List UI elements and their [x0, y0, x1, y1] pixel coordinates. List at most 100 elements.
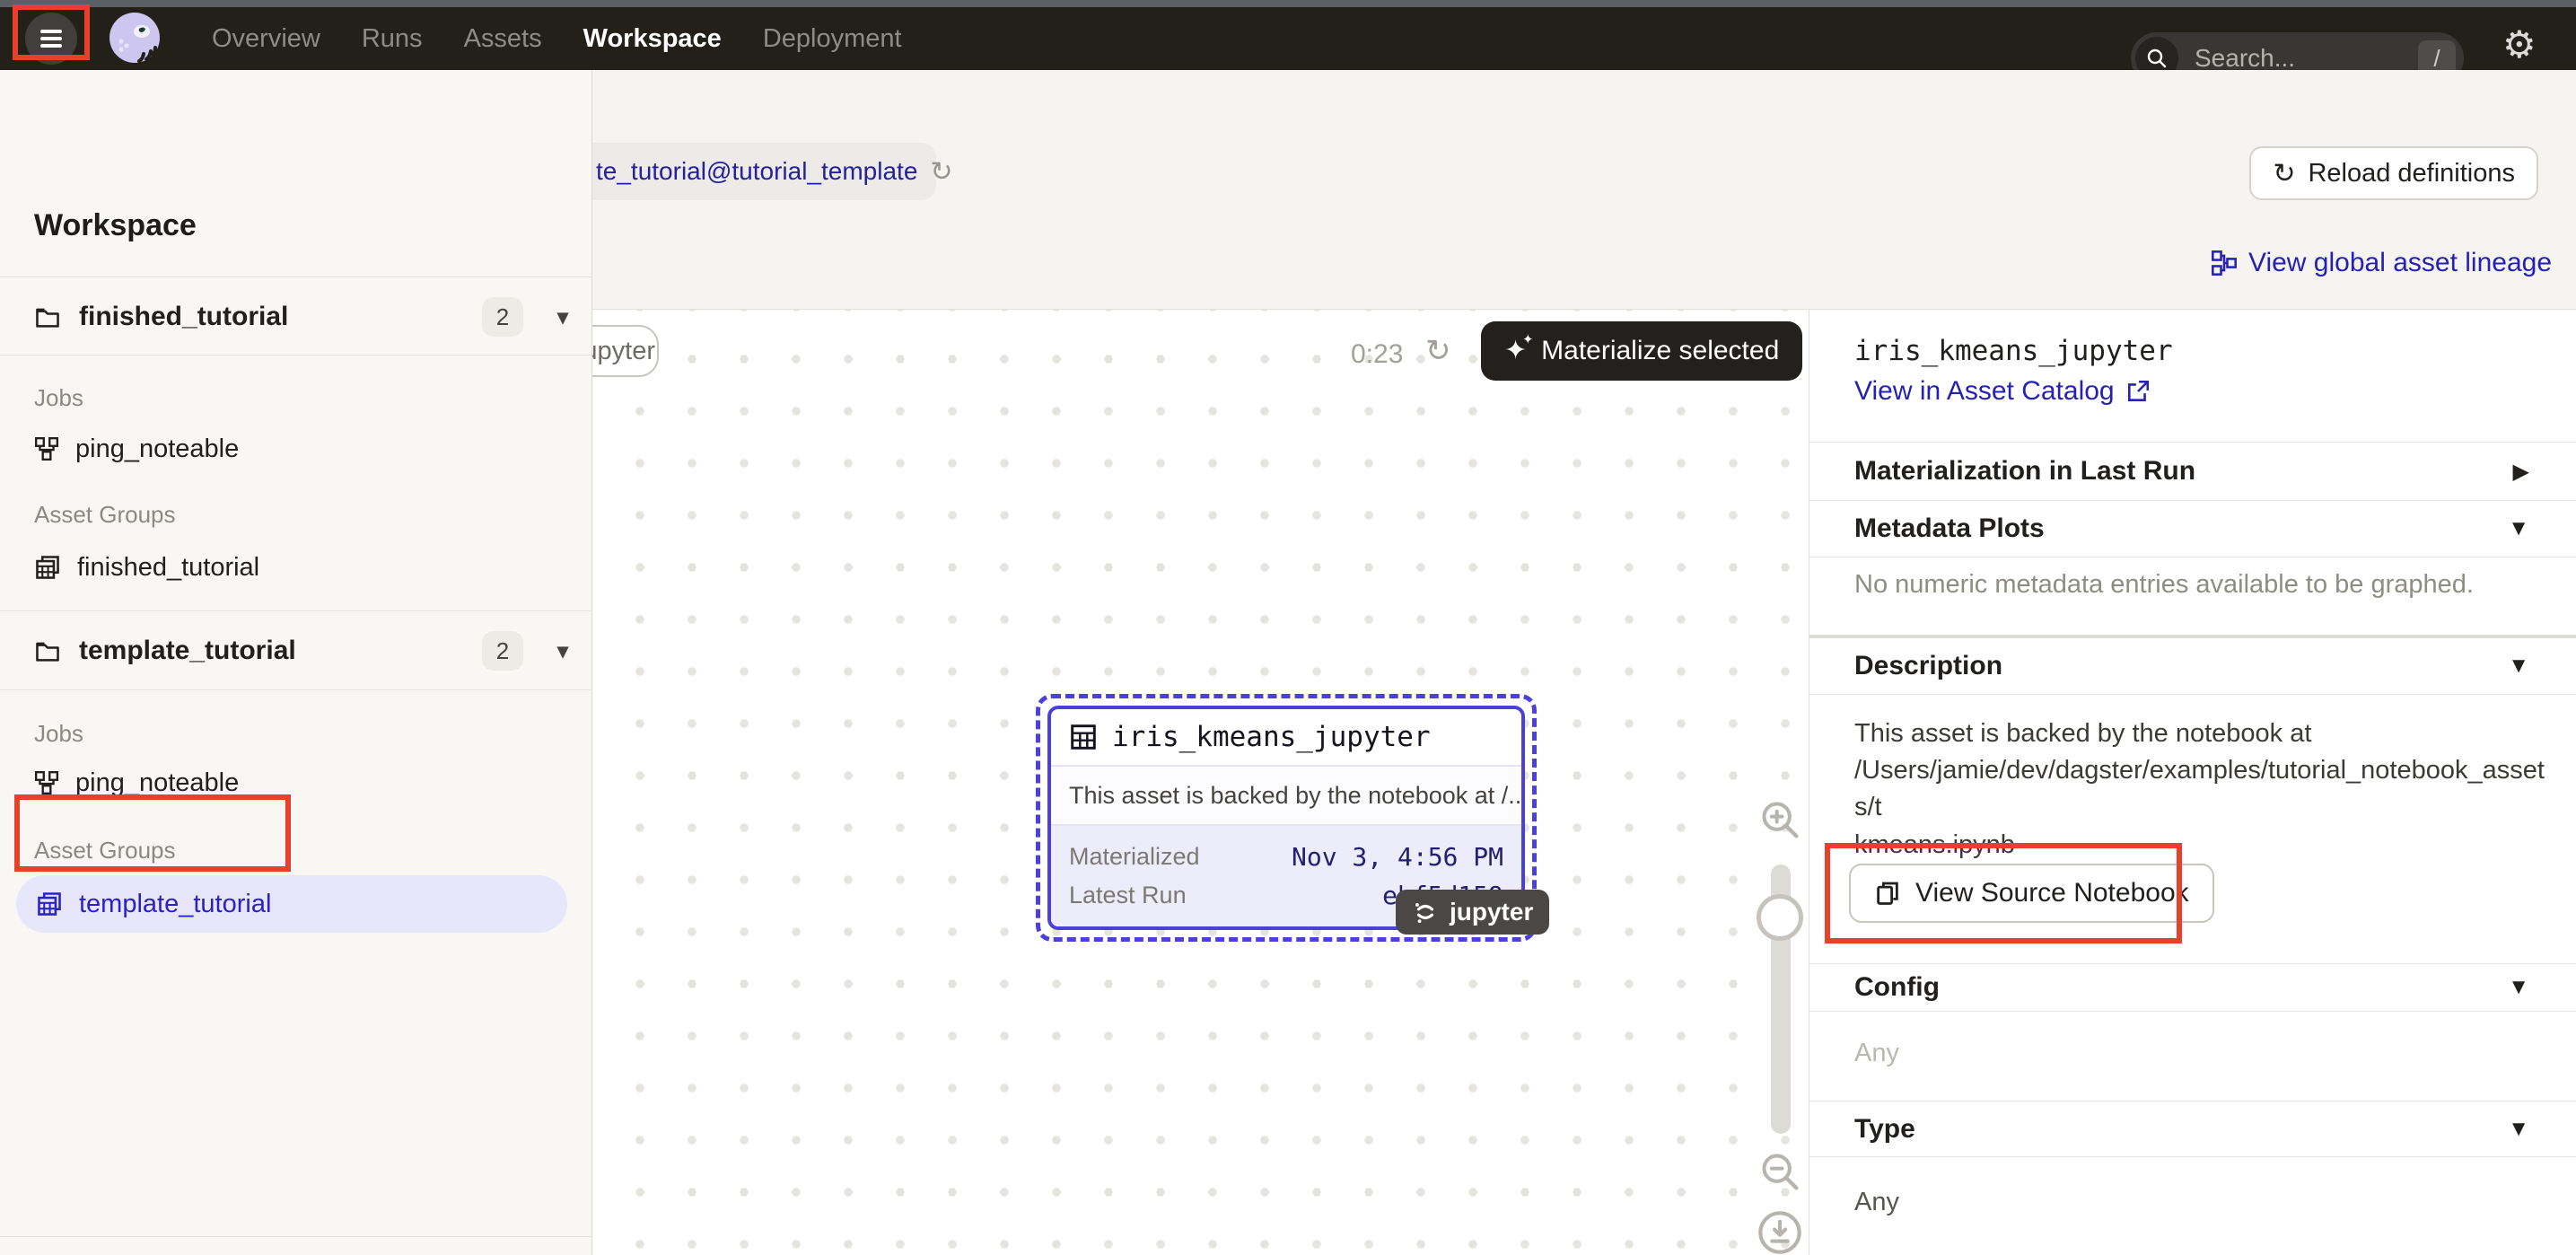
materialize-selected-button[interactable]: ✦✦ Materialize selected [1481, 321, 1802, 381]
dagster-workspace-page: Overview Runs Assets Workspace Deploymen… [0, 0, 2576, 1255]
description-line: /Users/jamie/dev/dagster/examples/tutori… [1854, 752, 2545, 826]
job-name: ping_noteable [75, 434, 239, 464]
zoom-out-icon[interactable] [1757, 1149, 1802, 1194]
zoom-in-icon[interactable] [1757, 797, 1802, 842]
sparkle-icon: ✦✦ [1504, 338, 1527, 364]
stat-label: Latest Run [1069, 882, 1187, 909]
chevron-down-icon[interactable]: ▾ [557, 304, 568, 330]
section-materialization-last-run[interactable]: Materialization in Last Run ▶ [1809, 443, 2576, 500]
sidebar-job-ping-noteable-2[interactable]: ping_noteable [34, 761, 239, 804]
external-link-icon [2125, 379, 2151, 404]
asset-group-icon [36, 891, 63, 917]
divider [1809, 1156, 2576, 1157]
section-description[interactable]: Description ▼ [1809, 638, 2576, 694]
job-graph-icon [34, 770, 59, 795]
nav-workspace[interactable]: Workspace [583, 24, 722, 54]
notebook-copy-icon [1874, 880, 1901, 907]
asset-node-description: This asset is backed by the notebook at … [1051, 765, 1521, 824]
asset-group-icon [34, 554, 61, 581]
section-type[interactable]: Type ▼ [1809, 1101, 2576, 1156]
hamburger-icon [40, 30, 62, 33]
description-text: This asset is backed by the notebook at … [1854, 715, 2545, 864]
sidebar-asset-group-finished-tutorial[interactable]: finished_tutorial [34, 546, 259, 589]
location-name: template_tutorial [79, 636, 296, 666]
divider [0, 689, 591, 690]
reload-icon[interactable]: ↻ [930, 156, 952, 188]
refresh-icon[interactable]: ↻ [1425, 333, 1451, 369]
jobs-label: Jobs [34, 720, 83, 748]
window-top-strip [0, 0, 2576, 7]
asset-details-panel: iris_kmeans_jupyter View in Asset Catalo… [1809, 310, 2576, 1255]
empty-metadata-message: No numeric metadata entries available to… [1854, 570, 2474, 600]
nav-overview[interactable]: Overview [212, 24, 320, 54]
jupyter-icon [1412, 899, 1439, 926]
settings-gear-icon[interactable]: ⚙ [2502, 18, 2537, 72]
job-graph-icon [34, 436, 59, 461]
section-config[interactable]: Config ▼ [1809, 964, 2576, 1011]
stat-value[interactable]: Nov 3, 4:56 PM [1292, 842, 1503, 872]
jobs-label: Jobs [34, 384, 83, 412]
asset-groups-label: Asset Groups [34, 837, 176, 864]
job-name: ping_noteable [75, 768, 239, 798]
materialize-label: Materialize selected [1541, 336, 1779, 366]
divider [0, 610, 591, 611]
sidebar-location-template-tutorial[interactable]: template_tutorial 2 ▾ [0, 626, 591, 676]
nav-assets[interactable]: Assets [464, 24, 542, 54]
page-header-band: te_tutorial@tutorial_template ↻ ↻ Reload… [592, 70, 2576, 310]
clipped-tag-label: jupyter [592, 337, 655, 366]
chevron-right-icon: ▶ [2513, 459, 2529, 485]
primary-nav: Overview Runs Assets Workspace Deploymen… [212, 7, 902, 70]
view-in-asset-catalog-link[interactable]: View in Asset Catalog [1854, 376, 2151, 407]
sidebar-job-ping-noteable[interactable]: ping_noteable [34, 427, 239, 470]
view-global-asset-lineage-link[interactable]: View global asset lineage [2211, 248, 2552, 278]
section-label: Description [1854, 651, 2002, 681]
stat-row-materialized: Materialized Nov 3, 4:56 PM [1069, 842, 1503, 872]
dagster-logo[interactable] [105, 9, 164, 68]
divider [0, 276, 591, 277]
view-source-notebook-button[interactable]: View Source Notebook [1849, 864, 2214, 923]
reload-icon: ↻ [2273, 158, 2295, 189]
asset-node-header: iris_kmeans_jupyter [1051, 709, 1521, 765]
reload-definitions-label: Reload definitions [2308, 159, 2515, 189]
chevron-down-icon: ▼ [2508, 1117, 2529, 1142]
nav-deployment[interactable]: Deployment [763, 24, 902, 54]
lineage-link-label: View global asset lineage [2248, 248, 2552, 278]
asset-group-name: finished_tutorial [77, 553, 259, 583]
code-location-tag[interactable]: te_tutorial@tutorial_template ↻ [592, 143, 936, 200]
type-value: Any [1854, 1188, 1899, 1217]
download-view-icon[interactable] [1757, 1209, 1803, 1255]
clipped-jupyter-tag[interactable]: jupyter [592, 325, 659, 377]
folder-icon [34, 303, 61, 330]
section-label: Config [1854, 972, 1940, 1003]
section-label: Type [1854, 1114, 1915, 1145]
count-badge: 2 [482, 297, 523, 337]
chevron-down-icon: ▼ [2508, 654, 2529, 679]
description-line: kmeans.ipynb [1854, 827, 2545, 864]
divider [0, 1236, 591, 1237]
asset-group-name: template_tutorial [79, 890, 271, 919]
top-nav: Overview Runs Assets Workspace Deploymen… [0, 7, 2576, 70]
count-badge: 2 [482, 631, 523, 671]
sidebar-location-finished-tutorial[interactable]: finished_tutorial 2 ▾ [0, 292, 591, 342]
code-location-name: te_tutorial@tutorial_template [596, 157, 917, 186]
section-label: Materialization in Last Run [1854, 456, 2195, 487]
asset-graph-canvas[interactable]: jupyter 0:23 ↻ ✦✦ Materialize selected i… [592, 310, 1809, 1255]
config-value: Any [1854, 1039, 1899, 1068]
asset-groups-label: Asset Groups [34, 501, 176, 529]
nav-runs[interactable]: Runs [362, 24, 423, 54]
section-metadata-plots[interactable]: Metadata Plots ▼ [1809, 501, 2576, 557]
workspace-sidebar: Workspace finished_tutorial 2 ▾ Jobs pin… [0, 70, 592, 1255]
lineage-icon [2211, 250, 2238, 276]
sidebar-asset-group-template-tutorial-selected[interactable]: template_tutorial [16, 875, 567, 933]
chevron-down-icon[interactable]: ▾ [557, 638, 568, 664]
search-placeholder: Search... [2195, 44, 2418, 73]
divider [1809, 1011, 2576, 1012]
source-button-label: View Source Notebook [1915, 878, 2189, 908]
sidebar-title: Workspace [34, 208, 197, 243]
menu-button[interactable] [25, 13, 77, 65]
jupyter-compute-tag[interactable]: jupyter [1396, 890, 1549, 935]
stat-label: Materialized [1069, 843, 1200, 871]
zoom-slider-knob[interactable] [1757, 894, 1803, 941]
reload-definitions-button[interactable]: ↻ Reload definitions [2249, 146, 2538, 200]
chevron-down-icon: ▼ [2508, 516, 2529, 541]
